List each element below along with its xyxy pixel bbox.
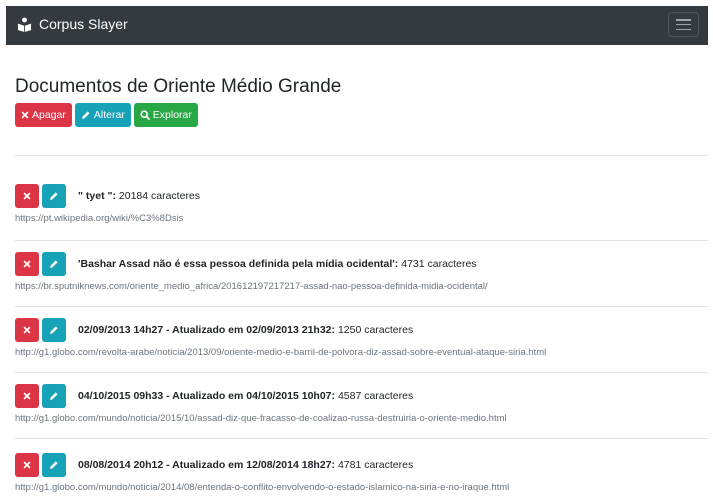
book-reader-icon [17,17,32,32]
brand-link[interactable]: Corpus Slayer [17,16,128,32]
edit-document-button[interactable] [42,252,66,276]
document-title-text: 02/09/2013 14h27 - Atualizado em 02/09/2… [78,324,336,336]
explore-button[interactable]: Explorar [133,103,198,127]
document-char-count: 4587 caracteres [337,390,414,402]
document-char-count: 20184 caracteres [118,190,201,202]
delete-document-button[interactable] [15,252,39,276]
delete-document-button[interactable] [15,184,39,208]
navbar: Corpus Slayer [6,6,708,45]
document-title: 02/09/2013 14h27 - Atualizado em 02/09/2… [78,324,413,336]
edit-document-button[interactable] [42,184,66,208]
search-icon [140,110,150,120]
navbar-toggler-button[interactable] [668,12,699,37]
delete-button[interactable]: Apagar [15,103,72,127]
document-title-text: 'Bashar Assad não é essa pessoa definida… [78,258,399,270]
pencil-icon [50,326,58,334]
pencil-icon [50,392,58,400]
delete-document-button[interactable] [15,318,39,342]
section-divider [15,155,708,156]
document-item: " tyet ": 20184 caracteres https://pt.wi… [15,184,708,224]
pencil-icon [50,192,58,200]
document-title-text: 08/08/2014 20h12 - Atualizado em 12/08/2… [78,459,336,471]
document-title: 'Bashar Assad não é essa pessoa definida… [78,258,477,270]
document-divider [15,372,708,373]
document-divider [15,306,708,307]
document-item: 02/09/2013 14h27 - Atualizado em 02/09/2… [15,318,708,358]
document-char-count: 4781 caracteres [337,459,414,471]
times-icon [23,461,31,469]
document-divider [15,240,708,241]
document-item: 'Bashar Assad não é essa pessoa definida… [15,252,708,292]
delete-document-button[interactable] [15,453,39,477]
hamburger-menu-icon [676,19,691,31]
pencil-icon [81,111,90,119]
page-title: Documentos de Oriente Médio Grande [15,76,342,97]
document-title: 08/08/2014 20h12 - Atualizado em 12/08/2… [78,459,413,471]
pencil-icon [50,260,58,268]
times-icon [23,326,31,334]
document-url-link[interactable]: http://g1.globo.com/mundo/noticia/2014/0… [15,482,708,493]
edit-document-button[interactable] [42,318,66,342]
times-icon [23,260,31,268]
document-item: 04/10/2015 09h33 - Atualizado em 04/10/2… [15,384,708,424]
document-title: " tyet ": 20184 caracteres [78,190,200,202]
edit-button-label: Alterar [93,109,125,121]
delete-document-button[interactable] [15,384,39,408]
times-icon [23,392,31,400]
document-item: 08/08/2014 20h12 - Atualizado em 12/08/2… [15,453,708,493]
document-url-link[interactable]: https://pt.wikipedia.org/wiki/%C3%8Dsis [15,213,708,224]
edit-document-button[interactable] [42,384,66,408]
times-icon [21,111,29,119]
times-icon [23,192,31,200]
document-url-link[interactable]: https://br.sputniknews.com/oriente_medio… [15,281,708,292]
document-char-count: 1250 caracteres [337,324,414,336]
explore-button-label: Explorar [152,109,192,121]
document-divider [15,438,708,439]
document-title-text: 04/10/2015 09h33 - Atualizado em 04/10/2… [78,390,336,402]
document-char-count: 4731 caracteres [401,258,477,270]
document-title: 04/10/2015 09h33 - Atualizado em 04/10/2… [78,390,413,402]
pencil-icon [50,461,58,469]
page-actions: Apagar Alterar Explorar [15,103,198,127]
edit-button[interactable]: Alterar [74,103,131,127]
document-url-link[interactable]: http://g1.globo.com/revolta-arabe/notici… [15,347,708,358]
delete-button-label: Apagar [32,109,66,121]
document-title-text: " tyet ": [78,190,116,202]
brand-label: Corpus Slayer [39,16,128,32]
document-url-link[interactable]: http://g1.globo.com/mundo/noticia/2015/1… [15,413,708,424]
edit-document-button[interactable] [42,453,66,477]
